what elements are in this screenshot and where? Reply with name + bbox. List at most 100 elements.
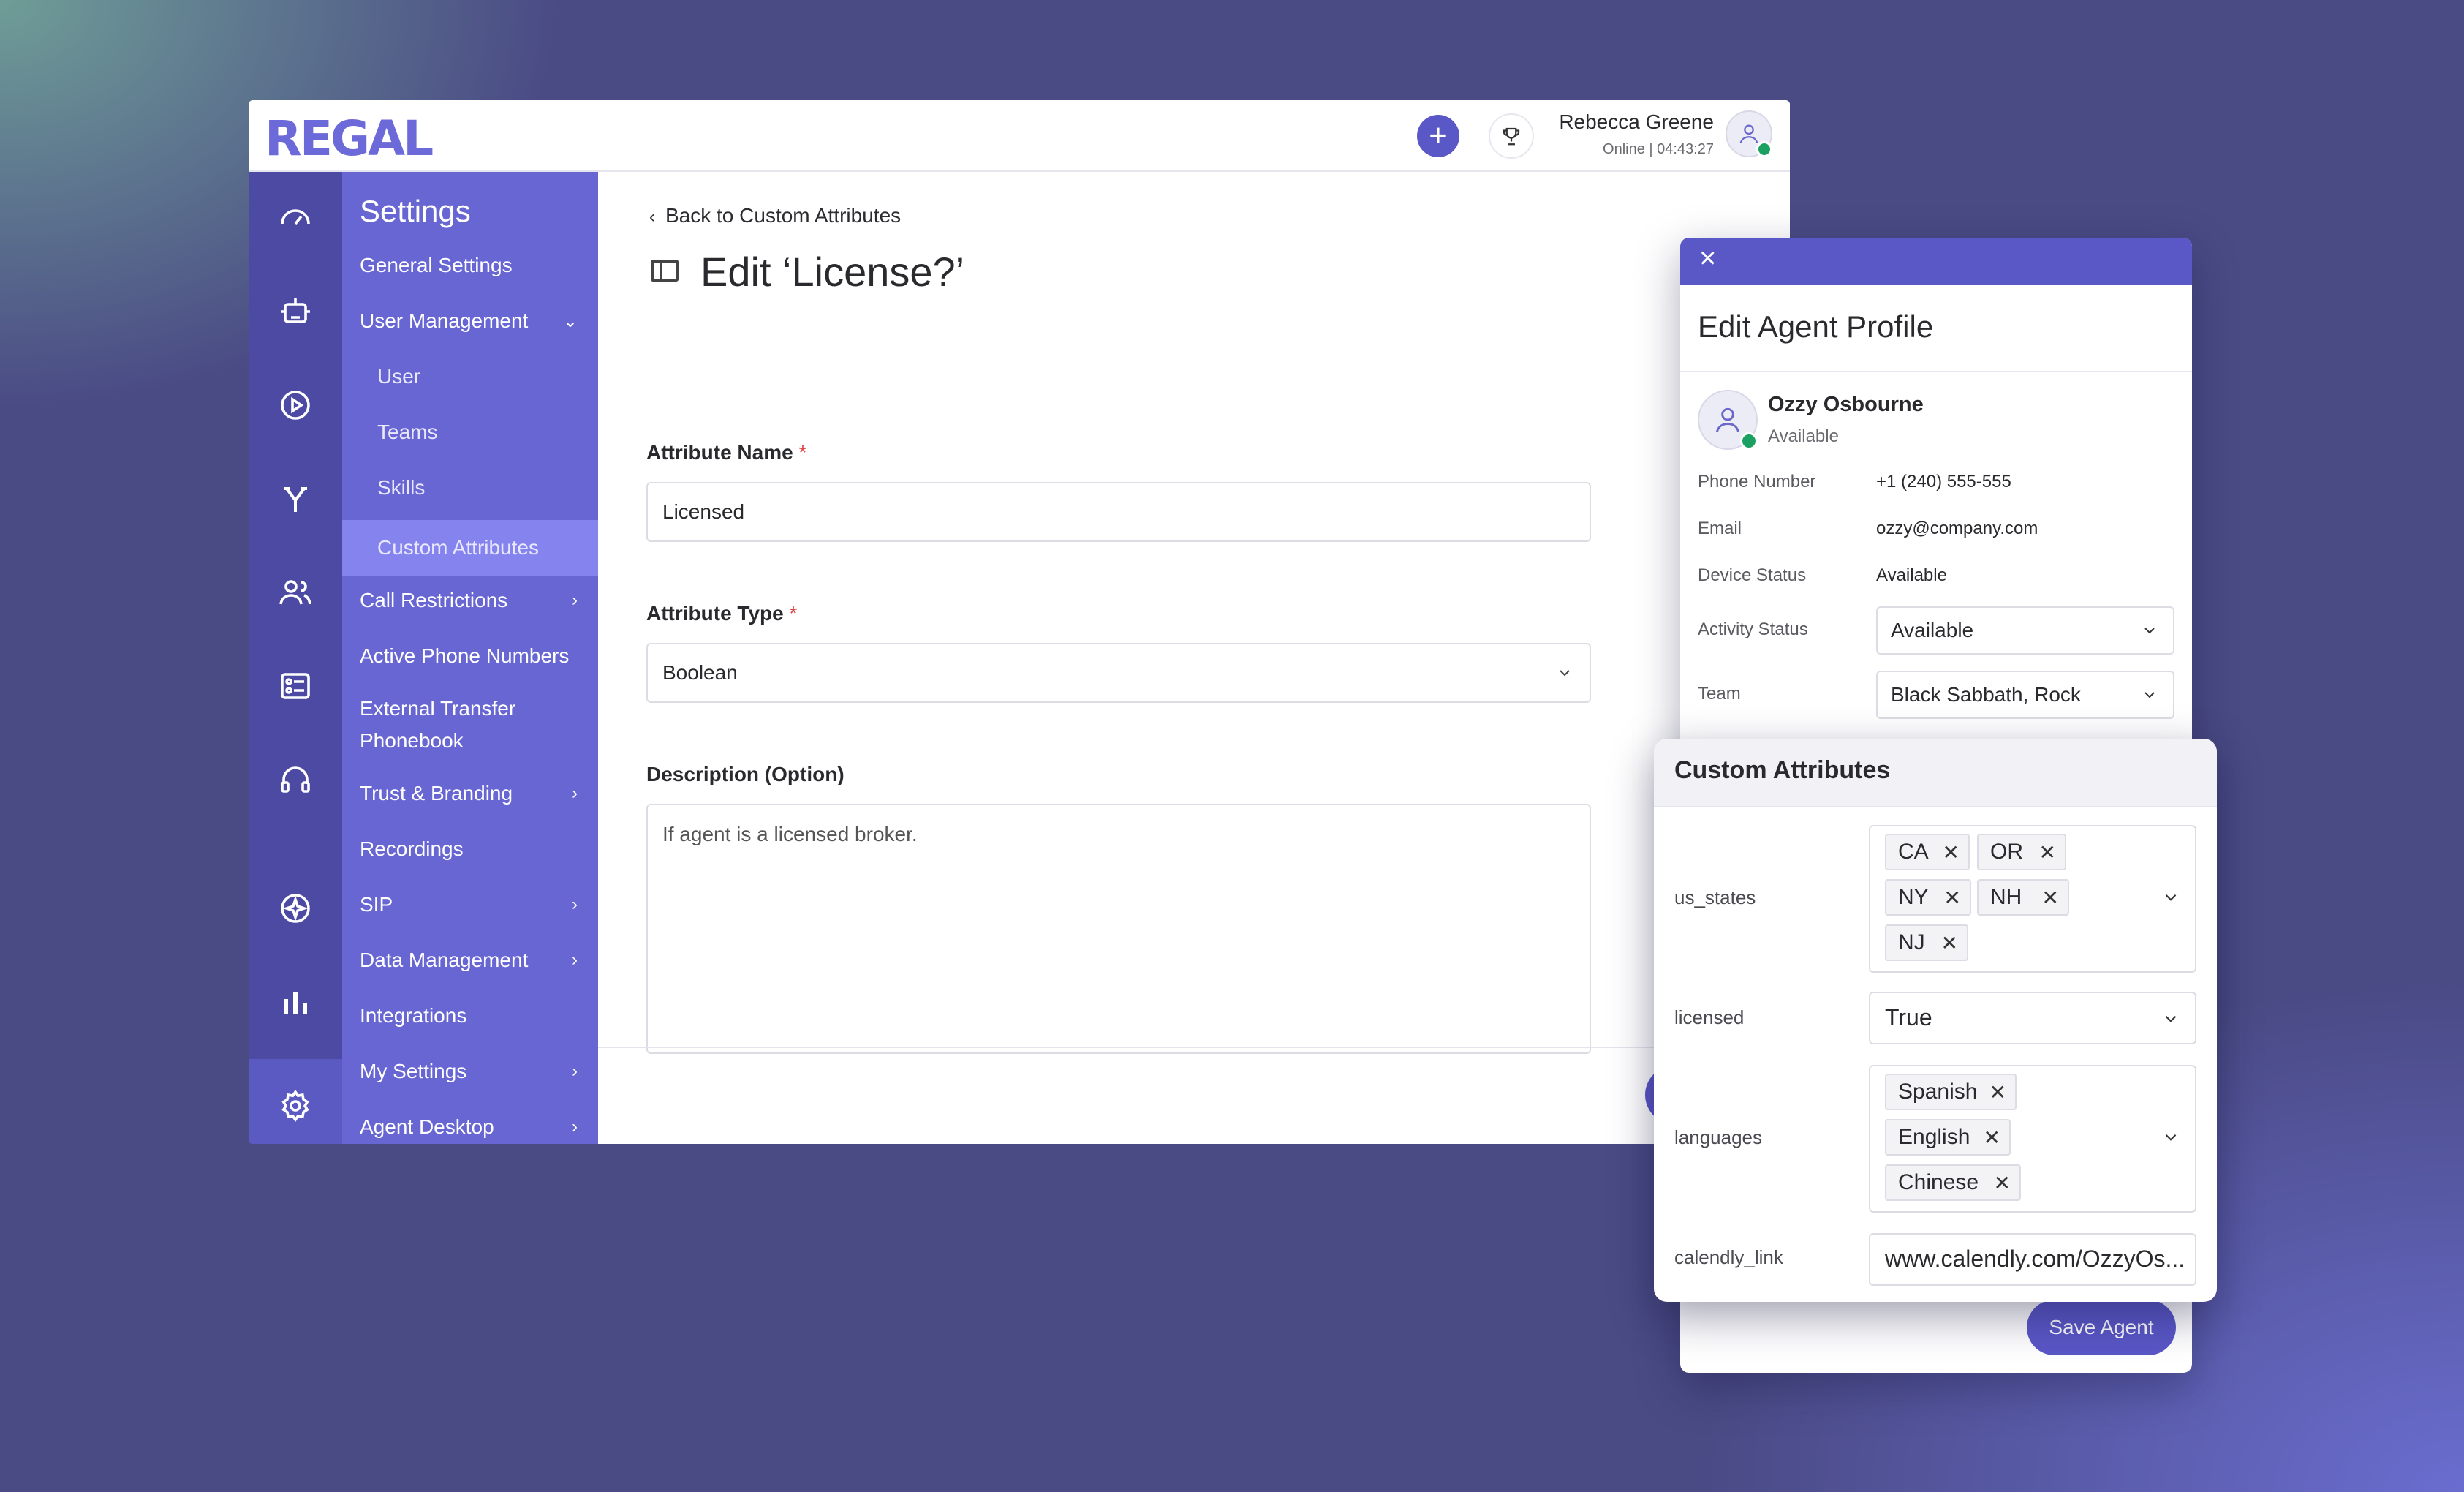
languages-label: languages <box>1674 1126 1762 1148</box>
rail-bots[interactable] <box>249 271 342 352</box>
us-states-multiselect[interactable]: CA ✕ OR ✕ NY ✕ NH ✕ NJ ✕ <box>1869 825 2196 973</box>
online-indicator <box>1756 141 1772 157</box>
sidebar-item-label: Data Management <box>360 949 529 971</box>
sidebar-item-label: Recordings <box>360 837 464 860</box>
team-value: Black Sabbath, Rock <box>1891 683 2081 706</box>
calendly-link-value: www.calendly.com/OzzyOs... <box>1885 1246 2185 1272</box>
sidebar-item-label: Teams <box>377 421 438 443</box>
sidebar-item-teams[interactable]: Teams <box>342 407 600 457</box>
save-agent-button[interactable]: Save Agent <box>2027 1300 2176 1355</box>
users-icon <box>279 580 311 605</box>
email-value: ozzy@company.com <box>1876 519 2038 538</box>
remove-tag-icon[interactable]: ✕ <box>1944 886 1961 910</box>
sidebar-item-external-transfer-phonebook[interactable]: External Transfer Phonebook <box>342 687 600 763</box>
rail-campaigns[interactable] <box>249 365 342 445</box>
sidebar-item-trust-branding[interactable]: Trust & Branding › <box>342 769 600 818</box>
calendly-link-input[interactable]: www.calendly.com/OzzyOs... <box>1869 1233 2196 1286</box>
logo[interactable]: REGAL <box>265 110 434 167</box>
sidebar-item-my-settings[interactable]: My Settings › <box>342 1047 600 1096</box>
sidebar-item-sip[interactable]: SIP › <box>342 880 600 930</box>
activity-status-select[interactable]: Available <box>1876 606 2174 655</box>
leaderboard-button[interactable] <box>1489 113 1534 159</box>
branch-icon <box>284 487 307 512</box>
sidebar-item-data-management[interactable]: Data Management › <box>342 935 600 985</box>
attribute-type-label: Attribute Type * <box>646 602 798 625</box>
sidebar-item-skills[interactable]: Skills <box>342 463 600 513</box>
tag-nj: NJ ✕ <box>1885 924 1968 961</box>
languages-multiselect[interactable]: Spanish ✕ English ✕ Chinese ✕ <box>1869 1065 2196 1213</box>
attribute-type-select[interactable]: Boolean <box>646 643 1591 703</box>
sidebar-item-label: User <box>377 365 421 388</box>
chevron-right-icon: › <box>572 1061 578 1081</box>
remove-tag-icon[interactable]: ✕ <box>1943 840 1960 864</box>
phone-value: +1 (240) 555-555 <box>1876 472 2011 491</box>
chevron-down-icon <box>2144 628 2155 634</box>
sidebar-item-active-phone-numbers[interactable]: Active Phone Numbers <box>342 631 600 681</box>
current-user-name: Rebecca Greene <box>1559 110 1714 133</box>
activity-status-value: Available <box>1891 619 1974 641</box>
description-textarea[interactable]: If agent is a licensed broker. <box>646 804 1591 1054</box>
sidebar-item-integrations[interactable]: Integrations <box>342 991 600 1041</box>
sidebar-item-general-settings[interactable]: General Settings <box>342 241 600 290</box>
agent-avatar <box>1698 390 1758 450</box>
agent-status: Available <box>1768 426 1839 446</box>
sidebar-item-label: SIP <box>360 893 393 916</box>
remove-tag-icon[interactable]: ✕ <box>2039 840 2056 864</box>
attribute-name-label: Attribute Name * <box>646 441 807 464</box>
rail-reports[interactable] <box>249 962 342 1042</box>
remove-tag-icon[interactable]: ✕ <box>1989 1080 2006 1104</box>
headset-icon <box>281 766 310 793</box>
chevron-down-icon <box>2165 1015 2177 1022</box>
rail-agent-desktop[interactable] <box>249 739 342 820</box>
sidebar-item-recordings[interactable]: Recordings <box>342 824 600 874</box>
rail-ai[interactable] <box>249 868 342 949</box>
top-bar: REGAL + Rebecca Greene Online | 04:43:27 <box>249 100 1790 172</box>
current-user-status: Online | 04:43:27 <box>1603 141 1714 157</box>
remove-tag-icon[interactable]: ✕ <box>1994 1171 2011 1195</box>
remove-tag-icon[interactable]: ✕ <box>2042 886 2059 910</box>
us-states-label: us_states <box>1674 886 1756 908</box>
attribute-name-input[interactable]: Licensed <box>646 482 1591 542</box>
main-content: ‹ Back to Custom Attributes Edit ‘License… <box>598 172 1790 1144</box>
sidebar-item-agent-desktop[interactable]: Agent Desktop › <box>342 1102 600 1144</box>
sidebar-item-user-management[interactable]: User Management ⌄ <box>342 296 600 346</box>
back-link[interactable]: ‹ Back to Custom Attributes <box>649 204 901 227</box>
team-select[interactable]: Black Sabbath, Rock <box>1876 671 2174 719</box>
chevron-right-icon: › <box>572 1117 578 1137</box>
tag-ny: NY ✕ <box>1885 879 1971 916</box>
remove-tag-icon[interactable]: ✕ <box>1941 931 1958 955</box>
sidebar-item-label: Agent Desktop <box>360 1115 494 1138</box>
chevron-down-icon: ⌄ <box>562 311 578 331</box>
rail-tasks[interactable] <box>249 646 342 726</box>
licensed-label: licensed <box>1674 1006 1745 1028</box>
rail-contacts[interactable] <box>249 552 342 633</box>
divider <box>1680 371 2192 372</box>
description-label: Description (Option) <box>646 763 844 785</box>
chevron-right-icon: › <box>572 950 578 970</box>
add-button[interactable]: + <box>1417 115 1459 157</box>
sidebar-title: Settings <box>360 194 471 228</box>
rail-settings[interactable] <box>249 1059 342 1144</box>
user-avatar[interactable] <box>1726 110 1772 157</box>
sidebar-item-call-restrictions[interactable]: Call Restrictions › <box>342 576 600 625</box>
app-window: REGAL + Rebecca Greene Online | 04:43:27 <box>249 100 1790 1144</box>
sidebar-item-user[interactable]: User <box>342 352 600 402</box>
card-header: Custom Attributes <box>1654 739 2217 807</box>
chevron-down-icon <box>2165 894 2177 901</box>
list-icon <box>281 673 310 699</box>
remove-tag-icon[interactable]: ✕ <box>1984 1126 2000 1150</box>
sidebar-toggle-icon[interactable] <box>651 260 679 282</box>
sidebar-item-label: User Management <box>360 309 529 332</box>
close-icon[interactable]: × <box>1699 242 1716 275</box>
attribute-type-value: Boolean <box>662 661 738 684</box>
footer-divider <box>598 1047 1790 1048</box>
gear-icon <box>281 1089 309 1123</box>
back-link-label: Back to Custom Attributes <box>665 204 902 227</box>
sidebar-item-custom-attributes[interactable]: Custom Attributes <box>342 520 600 576</box>
rail-journeys[interactable] <box>249 459 342 539</box>
tag-or: OR ✕ <box>1977 834 2066 870</box>
bot-icon <box>281 298 310 323</box>
team-label: Team <box>1698 684 1741 704</box>
rail-dashboard[interactable] <box>249 178 342 258</box>
licensed-select[interactable]: True <box>1869 992 2196 1044</box>
